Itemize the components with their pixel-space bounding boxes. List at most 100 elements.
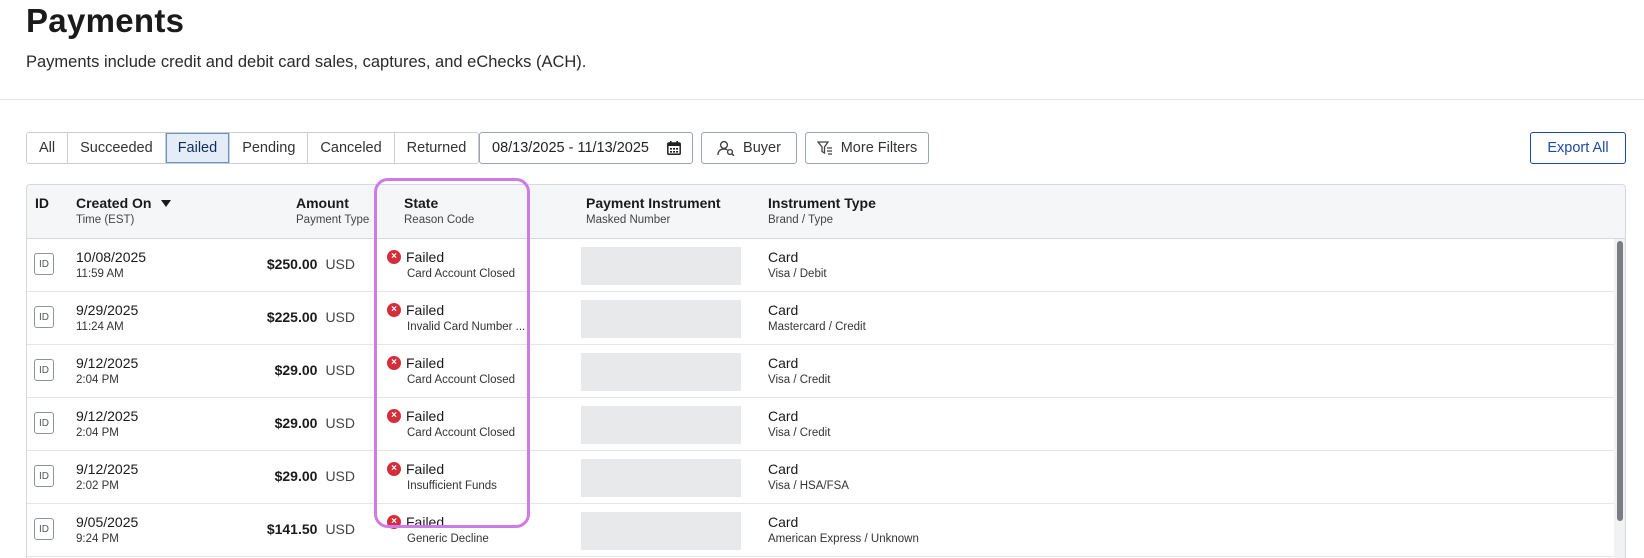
amount-currency: USD — [325, 415, 355, 431]
filter-icon — [816, 141, 832, 155]
id-copy-button[interactable]: ID — [34, 306, 54, 328]
state-label: Failed — [406, 408, 445, 424]
tab-canceled[interactable]: Canceled — [308, 133, 395, 163]
amount-cell: $250.00 USD — [227, 239, 355, 292]
instrument-type: Card — [768, 355, 799, 371]
column-created-on[interactable]: Created On Time (EST) — [76, 195, 172, 226]
tab-all[interactable]: All — [27, 133, 69, 163]
table-row[interactable]: ID 9/12/2025 2:04 PM $29.00 USD × Failed… — [27, 345, 1614, 398]
column-id: ID — [35, 195, 49, 211]
amount-currency: USD — [325, 468, 355, 484]
created-time: 9:24 PM — [76, 533, 119, 545]
instrument-type: Card — [768, 514, 799, 530]
column-state-label: State — [404, 195, 439, 211]
instrument-type-cell: Card Mastercard / Credit — [768, 302, 866, 333]
created-date: 9/12/2025 — [76, 355, 139, 371]
created-date: 9/05/2025 — [76, 514, 139, 530]
id-copy-button[interactable]: ID — [34, 465, 54, 487]
tab-returned[interactable]: Returned — [394, 133, 479, 163]
reason-code: Insufficient Funds — [407, 480, 497, 492]
amount-currency: USD — [325, 521, 355, 537]
created-date: 9/12/2025 — [76, 461, 139, 477]
state-label: Failed — [406, 249, 445, 265]
masked-number-placeholder — [581, 459, 741, 497]
masked-number-placeholder — [581, 512, 741, 550]
calendar-icon[interactable] — [667, 141, 681, 155]
buyer-filter-button[interactable]: Buyer — [701, 132, 797, 164]
brand-type: Mastercard / Credit — [768, 321, 866, 333]
failed-x-icon: × — [387, 515, 401, 529]
state-cell: × Failed Card Account Closed — [387, 355, 532, 386]
created-cell: 10/08/2025 11:59 AM — [76, 249, 146, 280]
id-copy-button[interactable]: ID — [34, 518, 54, 540]
status-filter-tabs: All Succeeded Failed Pending Canceled Re… — [26, 132, 480, 164]
amount-value: $141.50 — [266, 521, 318, 537]
state-cell: × Failed Invalid Card Number ... — [387, 302, 532, 333]
table-row[interactable]: ID 9/12/2025 2:04 PM $29.00 USD × Failed… — [27, 398, 1614, 451]
instrument-type: Card — [768, 461, 799, 477]
instrument-type-cell: Card Visa / HSA/FSA — [768, 461, 849, 492]
brand-type: Visa / Credit — [768, 427, 831, 439]
amount-cell: $29.00 USD — [227, 345, 355, 398]
sort-desc-icon[interactable] — [161, 199, 172, 207]
column-instrument-type-label: Instrument Type — [768, 195, 876, 211]
vertical-scrollbar[interactable] — [1614, 239, 1625, 558]
amount-currency: USD — [325, 309, 355, 325]
amount-currency: USD — [325, 362, 355, 378]
column-state: State Reason Code — [404, 195, 474, 226]
instrument-type: Card — [768, 249, 799, 265]
failed-x-icon: × — [387, 303, 401, 317]
table-row[interactable]: ID 9/05/2025 9:24 PM $141.50 USD × Faile… — [27, 504, 1614, 557]
column-id-label: ID — [35, 195, 49, 211]
id-copy-button[interactable]: ID — [34, 412, 54, 434]
amount-cell: $225.00 USD — [227, 292, 355, 345]
id-copy-button[interactable]: ID — [34, 359, 54, 381]
payments-table: ID Created On Time (EST) Amount Payment … — [26, 184, 1626, 558]
failed-x-icon: × — [387, 250, 401, 264]
brand-type: Visa / Debit — [768, 268, 827, 280]
state-label: Failed — [406, 302, 445, 318]
page-header: Payments Payments include credit and deb… — [0, 0, 1644, 100]
reason-code: Invalid Card Number ... — [407, 321, 526, 333]
amount-value: $29.00 — [274, 415, 318, 431]
scrollbar-thumb[interactable] — [1617, 241, 1623, 521]
state-label: Failed — [406, 355, 445, 371]
created-time: 2:02 PM — [76, 480, 119, 492]
state-cell: × Failed Generic Decline — [387, 514, 532, 545]
tab-failed[interactable]: Failed — [165, 133, 231, 163]
tab-pending[interactable]: Pending — [230, 133, 309, 163]
amount-value: $29.00 — [274, 468, 318, 484]
tab-succeeded[interactable]: Succeeded — [68, 133, 166, 163]
created-cell: 9/12/2025 2:04 PM — [76, 355, 138, 386]
more-filters-button[interactable]: More Filters — [805, 132, 929, 164]
amount-cell: $141.50 USD — [227, 504, 355, 557]
masked-number-placeholder — [581, 353, 741, 391]
instrument-type-cell: Card Visa / Credit — [768, 408, 830, 439]
created-time: 2:04 PM — [76, 374, 119, 386]
buyer-filter-label: Buyer — [743, 140, 781, 156]
page-title: Payments — [26, 2, 185, 39]
instrument-type: Card — [768, 408, 799, 424]
column-instrument-type-sub: Brand / Type — [768, 214, 833, 226]
brand-type: Visa / HSA/FSA — [768, 480, 849, 492]
amount-value: $29.00 — [274, 362, 318, 378]
instrument-type-cell: Card Visa / Debit — [768, 249, 827, 280]
column-state-sub: Reason Code — [404, 214, 475, 226]
person-search-icon — [717, 140, 735, 156]
instrument-type-cell: Card Visa / Credit — [768, 355, 830, 386]
failed-x-icon: × — [387, 356, 401, 370]
export-all-button[interactable]: Export All — [1530, 132, 1626, 164]
failed-x-icon: × — [387, 462, 401, 476]
instrument-type-cell: Card American Express / Unknown — [768, 514, 919, 545]
reason-code: Card Account Closed — [407, 374, 516, 386]
masked-number-placeholder — [581, 300, 741, 338]
state-cell: × Failed Insufficient Funds — [387, 461, 532, 492]
state-label: Failed — [406, 461, 445, 477]
table-row[interactable]: ID 10/08/2025 11:59 AM $250.00 USD × Fai… — [27, 239, 1614, 292]
column-created-on-sub: Time (EST) — [76, 214, 135, 226]
date-range-field[interactable]: 08/13/2025 - 11/13/2025 — [479, 132, 693, 164]
table-row[interactable]: ID 9/12/2025 2:02 PM $29.00 USD × Failed… — [27, 451, 1614, 504]
table-row[interactable]: ID 9/29/2025 11:24 AM $225.00 USD × Fail… — [27, 292, 1614, 345]
id-copy-button[interactable]: ID — [34, 253, 54, 275]
state-cell: × Failed Card Account Closed — [387, 408, 532, 439]
